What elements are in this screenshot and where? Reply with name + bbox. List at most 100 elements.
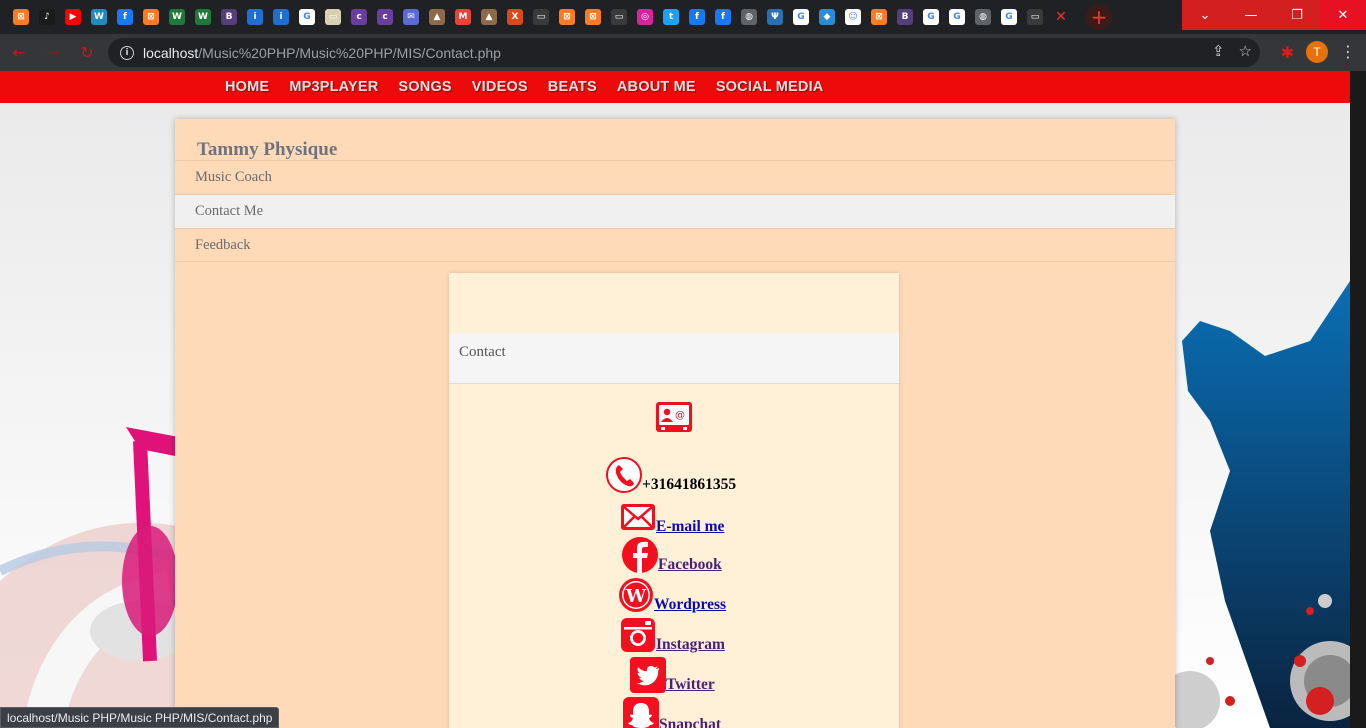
nav-home[interactable]: HOME xyxy=(225,79,269,95)
menu-item-contact-me[interactable]: Contact Me xyxy=(175,194,1175,228)
menu-item-music-coach[interactable]: Music Coach xyxy=(175,160,1175,194)
tab-facebook-icon[interactable]: f xyxy=(112,3,138,31)
facebook-link[interactable]: Facebook xyxy=(658,557,722,573)
forward-button[interactable]: → xyxy=(38,38,68,68)
restore-button[interactable]: ❐ xyxy=(1274,0,1320,30)
instagram-link[interactable]: Instagram xyxy=(656,637,725,653)
nav-videos[interactable]: VIDEOS xyxy=(472,79,528,95)
wordpress-link[interactable]: Wordpress xyxy=(654,597,726,613)
tab-snapchat-icon[interactable]: ☺ xyxy=(840,3,866,31)
nav-beats[interactable]: BEATS xyxy=(548,79,597,95)
tab-dark-page-icon[interactable]: ▭ xyxy=(606,3,632,31)
google-icon: G xyxy=(299,9,315,25)
decorative-dancer-art-right xyxy=(1170,281,1350,728)
extensions-icon[interactable]: ✱ xyxy=(1281,43,1294,62)
tab-info-icon[interactable]: i xyxy=(268,3,294,31)
nav-about-me[interactable]: ABOUT ME xyxy=(617,79,696,95)
tab-xt-icon[interactable]: X xyxy=(502,3,528,31)
tab-wordpress-icon[interactable]: W xyxy=(86,3,112,31)
tab-hat-icon[interactable]: ▲ xyxy=(476,3,502,31)
tab-dark-page-icon[interactable]: ▭ xyxy=(528,3,554,31)
tab-xampp-icon[interactable]: ⊠ xyxy=(866,3,892,31)
email-icon xyxy=(621,504,655,530)
facebook-icon: f xyxy=(117,9,133,25)
close-tab-icon[interactable]: ✕ xyxy=(1048,3,1074,31)
globe-icon: ◍ xyxy=(741,9,757,25)
address-bar[interactable]: i localhost/Music%20PHP/Music%20PHP/MIS/… xyxy=(108,38,1260,67)
tab-diamond-icon[interactable]: ◆ xyxy=(814,3,840,31)
tab-hat-icon[interactable]: ▲ xyxy=(424,3,450,31)
tab-music-note-icon[interactable]: ♪ xyxy=(34,3,60,31)
instagram-icon xyxy=(621,618,655,652)
tab-facebook-icon[interactable]: f xyxy=(684,3,710,31)
tab-search-button[interactable]: ⌄ xyxy=(1182,0,1228,30)
tab-image-icon[interactable]: ▭ xyxy=(320,3,346,31)
chat-icon: ✉ xyxy=(403,9,419,25)
tab-gmail-icon[interactable]: M xyxy=(450,3,476,31)
profile-avatar[interactable]: T xyxy=(1306,41,1328,63)
phone-number: +31641861355 xyxy=(642,476,737,493)
instagram-icon: ◎ xyxy=(637,9,653,25)
tab-xampp-icon[interactable]: ⊠ xyxy=(554,3,580,31)
tab-xampp-icon[interactable]: ⊠ xyxy=(8,3,34,31)
nav-songs[interactable]: SONGS xyxy=(398,79,451,95)
bootstrap-icon: B xyxy=(221,9,237,25)
webflow-icon: W xyxy=(195,9,211,25)
facebook-row: Facebook xyxy=(622,537,722,573)
tab-info-icon[interactable]: i xyxy=(242,3,268,31)
xampp-icon: ⊠ xyxy=(585,9,601,25)
tab-globe-icon[interactable]: ◍ xyxy=(736,3,762,31)
back-button[interactable]: ← xyxy=(4,38,34,68)
site-info-icon[interactable]: i xyxy=(120,45,134,60)
url-path: /Music%20PHP/Music%20PHP/MIS/Contact.php xyxy=(198,44,501,61)
tab-google-icon[interactable]: G xyxy=(996,3,1022,31)
tab-globe-icon[interactable]: ◍ xyxy=(970,3,996,31)
tab-bootstrap-icon[interactable]: B xyxy=(216,3,242,31)
tab-colorlib-icon[interactable]: c xyxy=(372,3,398,31)
site-brand[interactable]: Tammy Physique xyxy=(197,139,337,161)
google-icon: G xyxy=(949,9,965,25)
snapchat-link[interactable]: Snapchat xyxy=(659,717,721,728)
tab-google-icon[interactable]: G xyxy=(294,3,320,31)
minimize-button[interactable]: — xyxy=(1228,0,1274,30)
tab-twitter-icon[interactable]: t xyxy=(658,3,684,31)
tab-xampp-icon[interactable]: ⊠ xyxy=(580,3,606,31)
facebook-icon: f xyxy=(715,9,731,25)
reload-button[interactable]: ↻ xyxy=(72,38,102,68)
wordpress-icon: W xyxy=(619,578,653,612)
menu-item-feedback[interactable]: Feedback xyxy=(175,228,1175,262)
psi-icon: Ψ xyxy=(767,9,783,25)
tab-instagram-icon[interactable]: ◎ xyxy=(632,3,658,31)
tab-google-icon[interactable]: G xyxy=(788,3,814,31)
share-icon[interactable]: ⇪ xyxy=(1212,42,1225,60)
nav-mp3player[interactable]: MP3PLAYER xyxy=(289,79,378,95)
tab-google-icon[interactable]: G xyxy=(944,3,970,31)
tab-bootstrap-icon[interactable]: B xyxy=(892,3,918,31)
nav-social-media[interactable]: SOCIAL MEDIA xyxy=(716,79,824,95)
tab-psi-icon[interactable]: Ψ xyxy=(762,3,788,31)
page-scrollbar[interactable] xyxy=(1350,71,1366,728)
bookmark-star-icon[interactable]: ☆ xyxy=(1239,42,1252,60)
dark-page-icon: ▭ xyxy=(611,9,627,25)
tab-xampp-icon[interactable]: ⊠ xyxy=(138,3,164,31)
tab-chat-icon[interactable]: ✉ xyxy=(398,3,424,31)
menu-kebab-icon[interactable]: ⋮ xyxy=(1340,42,1356,61)
email-link[interactable]: E-mail me xyxy=(656,519,724,535)
new-tab-button[interactable]: + xyxy=(1086,4,1112,30)
info-icon: i xyxy=(273,9,289,25)
close-window-button[interactable]: ✕ xyxy=(1320,0,1366,30)
tab-webflow-icon[interactable]: W xyxy=(164,3,190,31)
tab-dark-page-icon[interactable]: ▭ xyxy=(1022,3,1048,31)
tab-webflow-icon[interactable]: W xyxy=(190,3,216,31)
xampp-icon: ⊠ xyxy=(143,9,159,25)
tab-google-icon[interactable]: G xyxy=(918,3,944,31)
colorlib-icon: c xyxy=(377,9,393,25)
twitter-link[interactable]: Twitter xyxy=(666,677,715,693)
tab-facebook-icon[interactable]: f xyxy=(710,3,736,31)
tab-youtube-icon[interactable]: ▶ xyxy=(60,3,86,31)
snapchat-icon: ☺ xyxy=(845,9,861,25)
browser-toolbar: ← → ↻ i localhost/Music%20PHP/Music%20PH… xyxy=(0,34,1366,71)
status-bar-url: localhost/Music PHP/Music PHP/MIS/Contac… xyxy=(0,707,280,728)
tab-colorlib-icon[interactable]: c xyxy=(346,3,372,31)
decorative-music-art-left xyxy=(0,427,200,728)
